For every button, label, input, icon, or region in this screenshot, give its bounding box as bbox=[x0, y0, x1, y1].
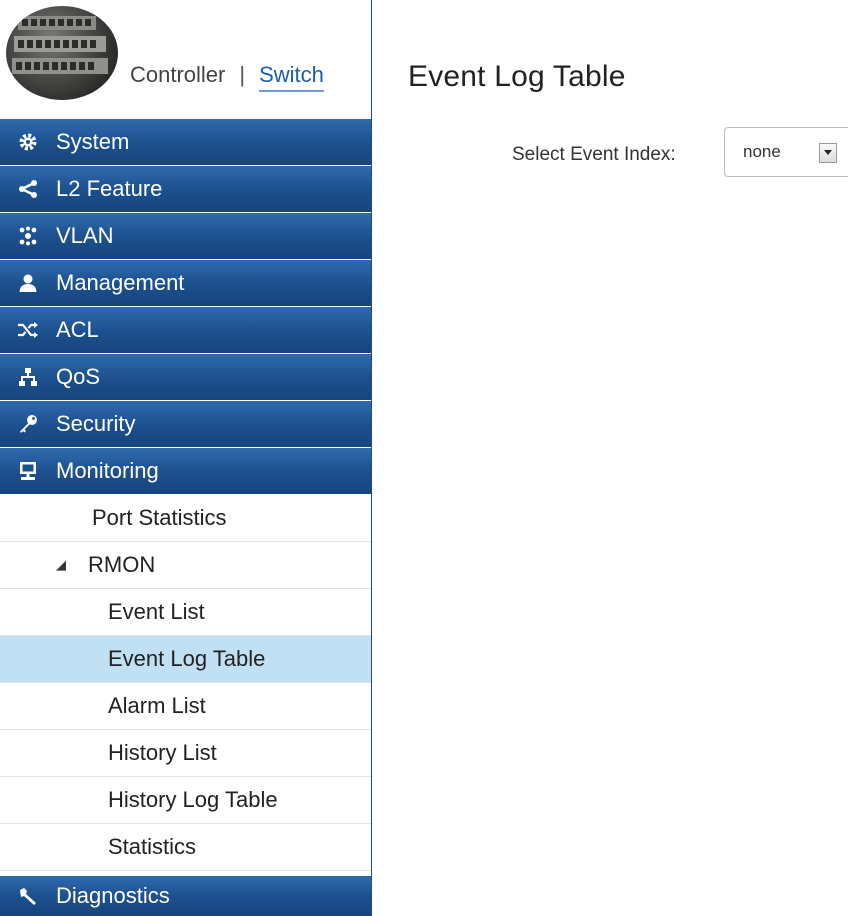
nav-label-management: Management bbox=[56, 270, 185, 295]
nav-item-monitoring[interactable]: Monitoring bbox=[0, 448, 371, 494]
sidebar-item-label: History Log Table bbox=[108, 787, 278, 812]
page-title: Event Log Table bbox=[408, 60, 626, 93]
shuffle-icon bbox=[16, 318, 40, 342]
sidebar-item-label: Event List bbox=[108, 599, 205, 624]
sidebar-item-history-log-table[interactable]: History Log Table bbox=[0, 777, 371, 824]
sidebar-header: Controller | Switch bbox=[0, 0, 371, 120]
event-index-select[interactable]: none bbox=[724, 127, 848, 177]
sidebar-item-event-list[interactable]: Event List bbox=[0, 589, 371, 636]
nav-label-acl: ACL bbox=[56, 317, 99, 342]
sidebar-item-label: History List bbox=[108, 740, 217, 765]
event-index-label: Select Event Index: bbox=[512, 144, 676, 165]
sidebar-item-rmon[interactable]: ◢ RMON bbox=[0, 542, 371, 589]
nav-item-security[interactable]: Security bbox=[0, 401, 371, 447]
nav-label-l2-feature: L2 Feature bbox=[56, 176, 163, 201]
nav-item-qos[interactable]: QoS bbox=[0, 354, 371, 400]
controller-link[interactable]: Controller bbox=[130, 62, 225, 87]
controller-switch-toggle: Controller | Switch bbox=[130, 62, 324, 92]
key-icon bbox=[16, 412, 40, 436]
user-icon bbox=[16, 271, 40, 295]
nav-item-management[interactable]: Management bbox=[0, 260, 371, 306]
nav-item-system[interactable]: System bbox=[0, 119, 371, 165]
monitor-icon bbox=[16, 459, 40, 483]
nav-menu: System L2 Feature VLAN Management ACL Qo… bbox=[0, 119, 371, 871]
nav-label-diagnostics: Diagnostics bbox=[56, 883, 170, 908]
sidebar-item-label: Statistics bbox=[108, 834, 197, 859]
sidebar-item-statistics[interactable]: Statistics bbox=[0, 824, 371, 871]
separator: | bbox=[239, 62, 246, 87]
share-icon bbox=[16, 177, 40, 201]
main-content: Event Log Table Select Event Index: none bbox=[372, 0, 848, 916]
expand-triangle-icon[interactable]: ◢ bbox=[56, 557, 66, 573]
sidebar-item-port-statistics[interactable]: Port Statistics bbox=[0, 495, 371, 542]
event-index-value: none bbox=[743, 142, 781, 161]
nav-item-vlan[interactable]: VLAN bbox=[0, 213, 371, 259]
nav-item-l2-feature[interactable]: L2 Feature bbox=[0, 166, 371, 212]
nav-label-qos: QoS bbox=[56, 364, 101, 389]
network-icon bbox=[16, 224, 40, 248]
sidebar-item-history-list[interactable]: History List bbox=[0, 730, 371, 777]
nav-label-security: Security bbox=[56, 411, 136, 436]
sidebar-item-label: Event Log Table bbox=[108, 646, 266, 671]
nav-label-system: System bbox=[56, 129, 130, 154]
sidebar-item-event-log-table[interactable]: Event Log Table bbox=[0, 636, 371, 683]
sidebar-item-label: Alarm List bbox=[108, 693, 206, 718]
dropdown-arrow-icon[interactable] bbox=[819, 143, 837, 163]
wrench-icon bbox=[16, 884, 40, 908]
sidebar: Controller | Switch System L2 Feature VLAN bbox=[0, 0, 372, 916]
nav-label-vlan: VLAN bbox=[56, 223, 114, 248]
switch-device-logo bbox=[6, 6, 118, 100]
nav-item-diagnostics[interactable]: Diagnostics bbox=[0, 876, 371, 916]
gear-icon bbox=[16, 130, 40, 154]
sidebar-item-alarm-list[interactable]: Alarm List bbox=[0, 683, 371, 730]
sidebar-item-label: RMON bbox=[88, 552, 156, 577]
nav-item-acl[interactable]: ACL bbox=[0, 307, 371, 353]
sidebar-item-label: Port Statistics bbox=[92, 505, 227, 530]
nav-label-monitoring: Monitoring bbox=[56, 458, 159, 483]
sitemap-icon bbox=[16, 365, 40, 389]
switch-link[interactable]: Switch bbox=[259, 62, 324, 92]
